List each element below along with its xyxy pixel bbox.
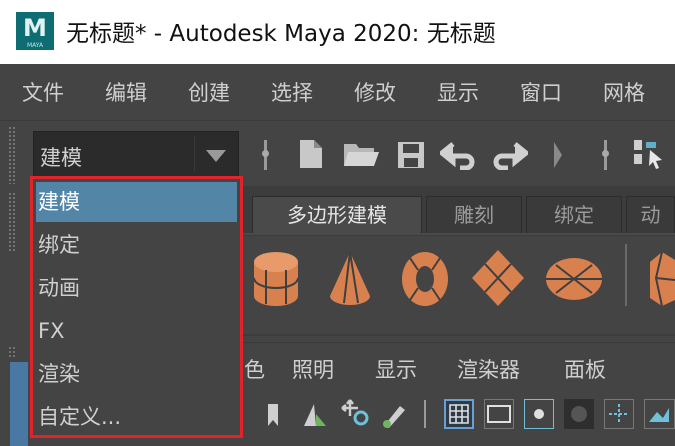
main-menu-bar: 文件 编辑 创建 选择 修改 显示 窗口 网格 — [0, 64, 675, 121]
menu-modify[interactable]: 修改 — [354, 77, 396, 107]
menu-edit[interactable]: 编辑 — [105, 77, 147, 107]
gate-mask-button[interactable] — [564, 399, 594, 429]
film-gate-icon — [487, 405, 511, 423]
toolbar-separator-dot — [602, 150, 609, 157]
chevron-down-icon — [206, 150, 226, 162]
menu-show[interactable]: 显示 — [375, 354, 417, 384]
poly-plane-icon[interactable] — [470, 248, 526, 308]
menu-set-option-rigging[interactable]: 绑定 — [36, 225, 237, 265]
redo-icon[interactable] — [488, 140, 528, 170]
menu-display[interactable]: 显示 — [437, 77, 479, 107]
safe-action-icon — [649, 408, 669, 422]
grid-toggle-button[interactable] — [444, 399, 474, 429]
menu-set-option-animation[interactable]: 动画 — [36, 268, 237, 308]
maya-logo-icon: M MAYA — [16, 12, 54, 50]
film-gate-button[interactable] — [484, 399, 514, 429]
select-tool-icon[interactable] — [632, 138, 668, 172]
collapse-arrow-icon[interactable] — [552, 140, 564, 170]
resolution-gate-button[interactable] — [524, 399, 554, 429]
menu-set-option-rendering[interactable]: 渲染 — [36, 354, 237, 394]
field-chart-icon — [609, 404, 629, 424]
tab-polygon-modeling[interactable]: 多边形建模 — [252, 196, 422, 234]
tab-animation[interactable]: 动 — [626, 196, 675, 234]
shelf-tab-line — [240, 233, 675, 235]
menu-renderer[interactable]: 渲染器 — [457, 354, 520, 384]
shelf-icon-row — [240, 236, 675, 334]
grid-icon — [449, 404, 469, 424]
menu-select[interactable]: 选择 — [271, 77, 313, 107]
menu-set-option-fx[interactable]: FX — [36, 311, 237, 351]
menu-windows[interactable]: 窗口 — [520, 77, 562, 107]
poly-cone-icon[interactable] — [328, 250, 372, 308]
menu-set-value: 建模 — [40, 146, 82, 170]
poly-cylinder-icon[interactable] — [252, 250, 300, 308]
menu-file[interactable]: 文件 — [22, 77, 64, 107]
menu-create[interactable]: 创建 — [188, 77, 230, 107]
menu-set-option-modeling[interactable]: 建模 — [36, 182, 237, 222]
select-divider — [194, 136, 195, 172]
gate-mask-icon — [571, 406, 587, 422]
new-scene-icon[interactable] — [298, 138, 324, 170]
menu-set-option-customize[interactable]: 自定义... — [36, 397, 237, 437]
poly-disc-icon[interactable] — [544, 256, 604, 302]
bookmark-icon[interactable] — [266, 402, 280, 428]
menu-shading[interactable]: 色 — [244, 354, 265, 384]
poly-platonic-icon[interactable] — [648, 250, 675, 308]
toolbar-separator-dot — [262, 150, 269, 157]
shelf-separator — [625, 244, 627, 306]
undo-icon[interactable] — [440, 140, 480, 170]
field-chart-button[interactable] — [604, 399, 634, 429]
tool-box-highlight[interactable] — [10, 362, 28, 446]
menu-mesh[interactable]: 网格 — [603, 77, 645, 107]
camera-tools-icon[interactable] — [340, 398, 370, 428]
toolbar-grip[interactable] — [8, 126, 16, 184]
open-scene-icon[interactable] — [342, 140, 380, 168]
safe-action-button[interactable] — [644, 399, 675, 429]
save-scene-icon[interactable] — [396, 140, 426, 170]
panel-grip[interactable] — [8, 346, 16, 358]
poly-torus-icon[interactable] — [400, 250, 450, 308]
camera-attributes-icon[interactable] — [300, 400, 328, 428]
tab-rigging[interactable]: 绑定 — [526, 196, 622, 234]
menu-lighting[interactable]: 照明 — [292, 354, 334, 384]
tool-strip-grip[interactable] — [8, 192, 16, 252]
toolbar-separator — [424, 400, 426, 428]
menu-set-dropdown: 建模 绑定 动画 FX 渲染 自定义... — [30, 176, 243, 438]
resolution-gate-icon — [534, 409, 544, 419]
grease-pencil-icon[interactable] — [380, 400, 408, 428]
menu-panels[interactable]: 面板 — [564, 354, 606, 384]
window-title: 无标题* - Autodesk Maya 2020: 无标题 — [66, 21, 496, 47]
tab-sculpting[interactable]: 雕刻 — [426, 196, 522, 234]
menu-set-select[interactable]: 建模 — [33, 131, 239, 177]
